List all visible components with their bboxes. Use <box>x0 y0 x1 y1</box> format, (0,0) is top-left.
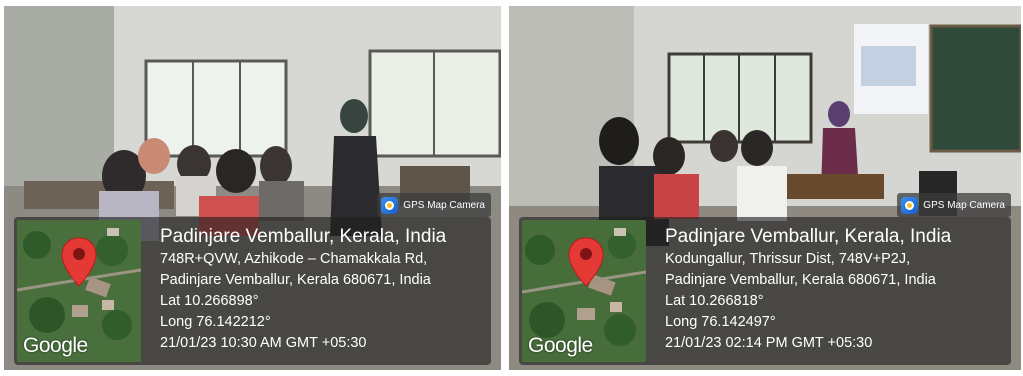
location-details-right: Padinjare Vemballur, Kerala, India Kodun… <box>665 225 951 354</box>
address-line-1: 748R+QVW, Azhikode – Chamakkala Rd, <box>160 251 428 267</box>
latitude: Lat 10.266898° <box>160 293 259 309</box>
gps-camera-badge: GPS Map Camera <box>897 193 1011 217</box>
longitude: Long 76.142212° <box>160 314 271 330</box>
geotagged-photo-left: GPS Map Camera Google Padinjare Vemballu… <box>4 6 501 370</box>
location-stamp-left: Google Padinjare Vemballur, Kerala, Indi… <box>14 217 491 365</box>
latitude: Lat 10.266818° <box>665 293 764 309</box>
google-watermark: Google <box>528 334 593 357</box>
location-title: Padinjare Vemballur, Kerala, India <box>665 226 952 247</box>
location-details-left: Padinjare Vemballur, Kerala, India 748R+… <box>160 225 446 354</box>
timestamp: 21/01/23 10:30 AM GMT +05:30 <box>160 335 367 351</box>
address-line-1: Kodungallur, Thrissur Dist, 748V+P2J, <box>665 251 911 267</box>
satellite-map-thumbnail: Google <box>17 220 141 362</box>
gps-camera-app-icon <box>381 196 399 214</box>
gps-camera-label: GPS Map Camera <box>923 199 1005 211</box>
timestamp: 21/01/23 02:14 PM GMT +05:30 <box>665 335 873 351</box>
address-line-2: Padinjare Vemballur, Kerala 680671, Indi… <box>665 272 936 288</box>
gps-camera-badge: GPS Map Camera <box>377 193 491 217</box>
location-title: Padinjare Vemballur, Kerala, India <box>160 226 447 247</box>
longitude: Long 76.142497° <box>665 314 776 330</box>
gps-camera-app-icon <box>901 196 919 214</box>
google-watermark: Google <box>23 334 88 357</box>
location-pin-icon <box>61 237 97 287</box>
location-pin-icon <box>568 237 604 287</box>
location-stamp-right: Google Padinjare Vemballur, Kerala, Indi… <box>519 217 1011 365</box>
gps-camera-label: GPS Map Camera <box>403 199 485 211</box>
geotagged-photo-right: GPS Map Camera Google Padinjare Vemballu… <box>509 6 1021 370</box>
address-line-2: Padinjare Vemballur, Kerala 680671, Indi… <box>160 272 431 288</box>
satellite-map-thumbnail: Google <box>522 220 646 362</box>
